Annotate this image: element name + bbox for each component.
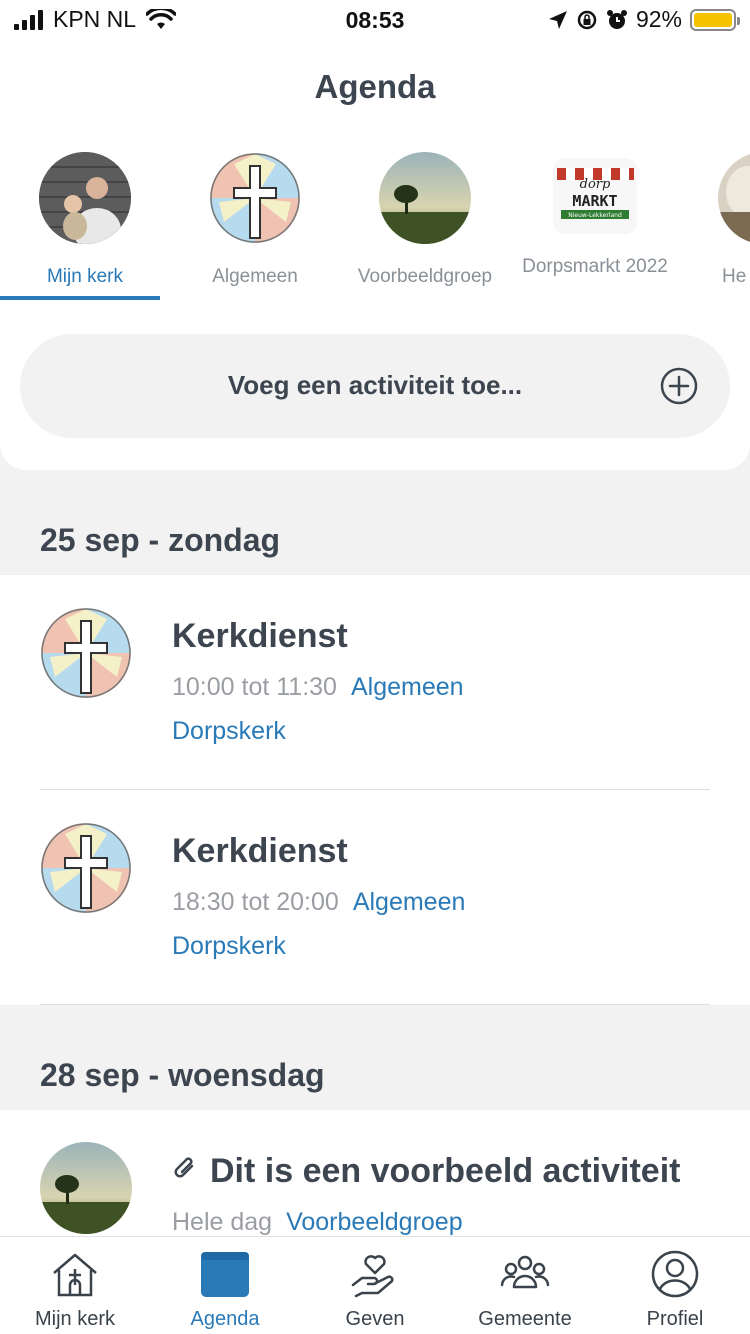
stained-glass-cross-icon [40, 822, 132, 914]
svg-text:Nieuw-Lekkerland: Nieuw-Lekkerland [568, 212, 622, 219]
nav-item-geven[interactable]: Geven [300, 1237, 450, 1334]
event-item[interactable]: Dit is een voorbeeld activiteit Hele dag… [0, 1110, 750, 1236]
group-label: Algemeen [212, 266, 298, 287]
alarm-icon [606, 9, 627, 29]
date-header: 25 sep - zondag [0, 470, 750, 575]
landscape-tree-photo [40, 1142, 132, 1234]
stained-glass-cross-icon [209, 152, 301, 244]
group-filter-bar: Mijn kerk Algemeen Voorbeeldgroep dorp M… [0, 150, 750, 302]
add-activity-button[interactable]: Voeg een activiteit toe... [20, 334, 730, 438]
group-tab-partial[interactable]: He [680, 150, 750, 288]
event-title: Kerkdienst [172, 617, 348, 655]
event-time-row: Hele dag Voorbeeldgroep [172, 1208, 463, 1236]
people-icon [500, 1255, 550, 1289]
location-arrow-icon [548, 10, 567, 29]
day-events-list: Dit is een voorbeeld activiteit Hele dag… [0, 1110, 750, 1236]
event-location-link[interactable]: Dorpskerk [172, 932, 286, 961]
page-title: Agenda [314, 68, 436, 105]
group-label: He [722, 266, 747, 287]
nav-label: Agenda [190, 1308, 260, 1330]
svg-text:dorp: dorp [580, 177, 611, 192]
nav-label: Geven [345, 1308, 405, 1330]
event-time-row: 10:00 tot 11:30 Algemeen [172, 673, 464, 702]
event-time: 10:00 tot 11:30 [172, 673, 337, 701]
dorpsmarkt-logo: dorp MARKT Nieuw-Lekkerland [553, 158, 637, 234]
profile-icon [651, 1250, 699, 1298]
rotation-lock-icon [577, 10, 597, 29]
group-tab-mijn-kerk[interactable]: Mijn kerk [0, 150, 170, 288]
group-tab-voorbeeldgroep[interactable]: Voorbeeldgroep [340, 150, 510, 288]
top-panel: Agenda Mijn kerk Algemeen Voorbeeldgroep… [0, 42, 750, 470]
plus-circle-icon [660, 367, 698, 405]
calendar-icon [201, 1252, 249, 1297]
svg-text:MARKT: MARKT [572, 192, 617, 210]
landscape-tree-photo [379, 152, 471, 244]
active-tab-indicator [0, 296, 160, 300]
event-time-row: 18:30 tot 20:00 Algemeen [172, 888, 465, 917]
event-title: Dit is een voorbeeld activiteit [210, 1152, 681, 1190]
nav-item-profiel[interactable]: Profiel [600, 1237, 750, 1334]
event-time: 18:30 tot 20:00 [172, 888, 339, 916]
date-header: 28 sep - woensdag [0, 1005, 750, 1110]
group-label: Dorpsmarkt 2022 [522, 256, 668, 277]
group-label: Mijn kerk [46, 266, 123, 287]
nav-item-agenda[interactable]: Agenda [150, 1237, 300, 1334]
nav-label: Profiel [646, 1308, 704, 1330]
group-avatar-photo [718, 152, 750, 244]
event-title-row: Dit is een voorbeeld activiteit [172, 1152, 680, 1191]
bottom-nav: Mijn kerk Agenda Geven Gemeente Profiel [0, 1236, 750, 1334]
event-item[interactable]: Kerkdienst 10:00 tot 11:30 Algemeen Dorps… [0, 575, 750, 790]
event-item[interactable]: Kerkdienst 18:30 tot 20:00 Algemeen Dorps… [0, 790, 750, 1005]
group-tab-dorpsmarkt-2022[interactable]: dorp MARKT Nieuw-Lekkerland Dorpsmarkt 2… [510, 150, 680, 278]
date-header-label: 25 sep - zondag [40, 522, 281, 558]
paperclip-icon [174, 1157, 194, 1178]
nav-label: Gemeente [478, 1308, 572, 1330]
nav-item-gemeente[interactable]: Gemeente [450, 1237, 600, 1334]
event-group-link[interactable]: Algemeen [351, 673, 464, 701]
status-bar: KPN NL 08:53 92% [0, 0, 750, 42]
event-group-link[interactable]: Algemeen [353, 888, 466, 916]
heart-hand-icon [351, 1255, 394, 1298]
group-label: Voorbeeldgroep [357, 266, 493, 287]
church-icon [53, 1253, 97, 1297]
date-header-label: 28 sep - woensdag [40, 1057, 325, 1093]
day-events-list: Kerkdienst 10:00 tot 11:30 Algemeen Dorps… [0, 575, 750, 1005]
group-avatar-photo [39, 152, 131, 244]
group-tab-algemeen[interactable]: Algemeen [170, 150, 340, 288]
nav-item-mijn-kerk[interactable]: Mijn kerk [0, 1237, 150, 1334]
event-time: Hele dag [172, 1208, 273, 1236]
event-group-link[interactable]: Voorbeeldgroep [286, 1208, 463, 1236]
event-location-link[interactable]: Dorpskerk [172, 717, 286, 746]
event-title: Kerkdienst [172, 832, 348, 870]
stained-glass-cross-icon [40, 607, 132, 699]
nav-label: Mijn kerk [34, 1308, 115, 1330]
add-activity-label: Voeg een activiteit toe... [227, 370, 523, 400]
battery-icon [690, 8, 740, 31]
battery-percentage: 92% [635, 6, 682, 32]
